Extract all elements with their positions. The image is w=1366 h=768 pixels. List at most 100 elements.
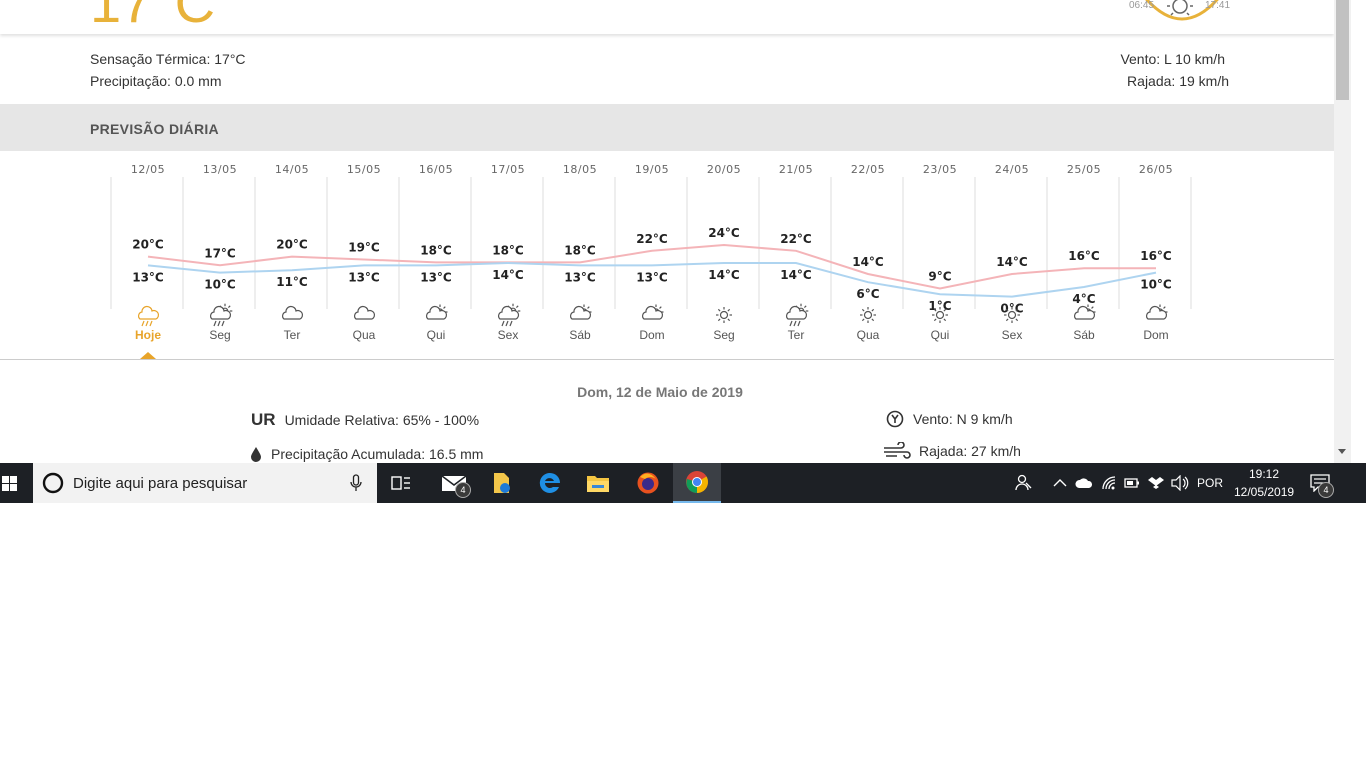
forecast-day[interactable]: Seg	[713, 328, 734, 342]
forecast-date: 15/05	[347, 163, 381, 176]
humidity-row: UR Umidade Relativa: 65% - 100%	[251, 410, 479, 430]
rain-sun-icon	[210, 303, 233, 327]
forecast-day[interactable]: Hoje	[135, 328, 161, 342]
max-temperature-label: 24°C	[708, 226, 740, 240]
taskbar-search[interactable]: Digite aqui para pesquisar	[33, 463, 377, 503]
notification-badge: 4	[1318, 482, 1334, 498]
firefox-button[interactable]	[624, 463, 672, 503]
forecast-date: 14/05	[275, 163, 309, 176]
dropbox-icon[interactable]	[1148, 476, 1164, 490]
detail-gust-row: Rajada: 27 km/h	[883, 442, 1021, 460]
precipitation: Precipitação: 0.0 mm	[90, 73, 222, 89]
forecast-day[interactable]: Qui	[427, 328, 446, 342]
active-day-marker	[140, 352, 156, 359]
forecast-date: 12/05	[131, 163, 165, 176]
forecast-date: 20/05	[707, 163, 741, 176]
task-view-icon	[391, 476, 410, 490]
file-sync-icon	[494, 473, 510, 493]
scroll-down-arrow[interactable]	[1338, 449, 1346, 454]
forecast-day[interactable]: Qui	[931, 328, 950, 342]
max-temperature-label: 16°C	[1140, 249, 1172, 263]
forecast-day[interactable]: Ter	[284, 328, 301, 342]
battery-icon[interactable]	[1124, 477, 1140, 489]
min-temperature-label: 11°C	[276, 275, 308, 289]
max-temperature-label: 18°C	[420, 243, 452, 257]
forecast-day[interactable]: Qua	[353, 328, 376, 342]
rain-sun-icon	[498, 303, 521, 327]
sun-icon	[860, 307, 876, 323]
humidity-abbr: UR	[251, 410, 276, 429]
rain-icon	[138, 305, 160, 327]
min-temperature-label: 10°C	[1140, 278, 1172, 292]
forecast-date: 26/05	[1139, 163, 1173, 176]
min-temperature-label: 13°C	[564, 270, 596, 284]
sunrise-time: 06:45	[1129, 0, 1155, 11]
microphone-icon[interactable]	[350, 474, 362, 492]
browser-viewport: 17°C 06:45 17:41 Sensação Térmica: 17°C …	[0, 0, 1351, 463]
action-center-button[interactable]: 4	[1300, 463, 1340, 503]
task-view-button[interactable]	[377, 463, 425, 503]
forecast-date: 19/05	[635, 163, 669, 176]
partly-cloudy-icon	[426, 304, 448, 320]
forecast-day[interactable]: Dom	[639, 328, 664, 342]
min-temperature-label: 14°C	[780, 268, 812, 282]
max-temperature-label: 22°C	[780, 232, 812, 246]
forecast-date: 23/05	[923, 163, 957, 176]
forecast-day[interactable]: Dom	[1143, 328, 1168, 342]
sun-icon	[716, 307, 732, 323]
forecast-day[interactable]: Sáb	[1073, 328, 1095, 342]
max-temperature-label: 22°C	[636, 232, 668, 246]
clock-date[interactable]: 12/05/2019	[1234, 485, 1294, 499]
partly-cloudy-icon	[1146, 304, 1168, 320]
max-temperature-label: 17°C	[204, 246, 236, 260]
search-placeholder: Digite aqui para pesquisar	[73, 475, 248, 492]
partly-cloudy-icon	[570, 304, 592, 320]
max-temperature-label: 18°C	[492, 243, 524, 257]
people-icon[interactable]	[1015, 474, 1033, 492]
forecast-date: 22/05	[851, 163, 885, 176]
show-hidden-icons-icon[interactable]	[1053, 478, 1067, 488]
mail-badge: 4	[455, 482, 471, 498]
daily-forecast-chart: 12/05 20°C 13°C Hoje 13/05 17°C 10°C Seg 14/05 20…	[0, 151, 1334, 359]
windows-logo-icon	[2, 476, 17, 491]
page-content: 17°C 06:45 17:41 Sensação Térmica: 17°C …	[0, 0, 1334, 463]
forecast-day[interactable]: Qua	[857, 328, 880, 342]
humidity-value: Umidade Relativa: 65% - 100%	[284, 412, 480, 428]
min-temperature-label: 4°C	[1072, 292, 1095, 306]
detail-date: Dom, 12 de Maio de 2019	[577, 384, 743, 400]
sunset-time: 17:41	[1205, 0, 1231, 11]
forecast-day[interactable]: Seg	[209, 328, 230, 342]
file-sync-button[interactable]	[478, 463, 526, 503]
mail-app-button[interactable]: 4	[430, 463, 478, 503]
forecast-day[interactable]: Sáb	[569, 328, 591, 342]
volume-icon[interactable]	[1171, 475, 1189, 491]
forecast-date: 24/05	[995, 163, 1029, 176]
max-temperature-label: 20°C	[276, 238, 308, 252]
min-temperature-label: 13°C	[420, 270, 452, 284]
forecast-day[interactable]: Sex	[498, 328, 519, 342]
forecast-date: 16/05	[419, 163, 453, 176]
edge-icon	[539, 472, 560, 493]
current-weather-card: 17°C 06:45 17:41	[0, 0, 1334, 34]
min-temperature-label: 13°C	[348, 270, 380, 284]
gust: Rajada: 19 km/h	[1127, 73, 1229, 89]
wifi-icon[interactable]	[1101, 475, 1117, 491]
max-temperature-label: 9°C	[928, 270, 951, 284]
language-indicator[interactable]: POR	[1197, 476, 1223, 490]
onedrive-icon[interactable]	[1075, 477, 1093, 489]
forecast-date: 25/05	[1067, 163, 1101, 176]
drop-icon	[251, 447, 261, 462]
max-temperature-label: 14°C	[852, 255, 884, 269]
forecast-bottom-divider	[0, 359, 1334, 360]
chrome-button[interactable]	[673, 463, 721, 503]
clock-time[interactable]: 19:12	[1249, 467, 1279, 481]
forecast-day[interactable]: Sex	[1002, 328, 1023, 342]
forecast-svg: 12/05 20°C 13°C Hoje 13/05 17°C 10°C Seg 14/05 20…	[110, 163, 1192, 342]
start-button[interactable]	[0, 463, 33, 503]
scrollbar-thumb[interactable]	[1336, 0, 1349, 100]
file-explorer-button[interactable]	[574, 463, 622, 503]
edge-button[interactable]	[526, 463, 574, 503]
page-scrollbar[interactable]	[1334, 0, 1351, 463]
min-temperature-label: 14°C	[492, 268, 524, 282]
forecast-day[interactable]: Ter	[788, 328, 805, 342]
